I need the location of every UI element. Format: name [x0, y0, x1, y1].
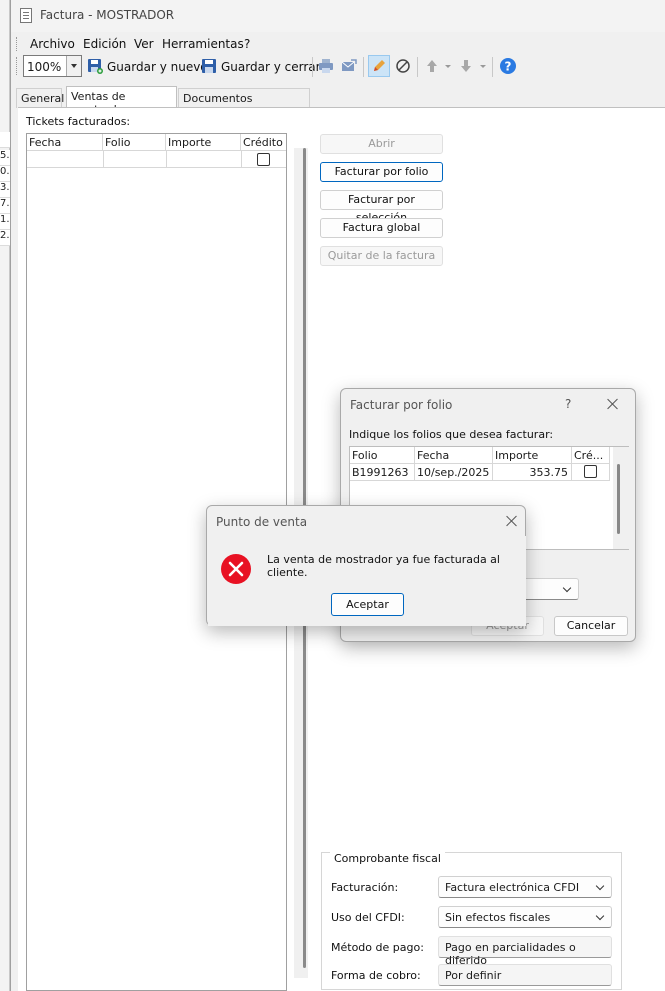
row-credito [572, 464, 610, 480]
tab-documentos-relacionados[interactable]: Documentos relacionados [178, 88, 310, 118]
svg-text:?: ? [505, 60, 512, 74]
toolbar-separator [363, 57, 364, 77]
background-cell: 1.9 [0, 214, 10, 230]
facturacion-label: Facturación: [331, 881, 399, 894]
facturar-folio-button[interactable]: Facturar por folio [320, 162, 443, 182]
chevron-down-icon[interactable] [66, 56, 81, 76]
menu-archivo[interactable]: Archivo [30, 37, 75, 51]
tab-ventas-mostrador[interactable]: Ventas de mostrador [66, 86, 177, 116]
forma-cobro-field[interactable]: Por definir [438, 964, 612, 986]
credito-checkbox[interactable] [257, 153, 270, 166]
row-importe: 353.75 [493, 464, 572, 480]
dialog-prompt: Indique los folios que desea facturar: [349, 428, 554, 441]
credito-checkbox[interactable] [584, 465, 597, 478]
metodo-pago-field[interactable]: Pago en parcialidades o diferido [438, 936, 612, 967]
scrollbar-thumb[interactable] [617, 464, 620, 534]
chevron-down-icon[interactable] [445, 65, 451, 68]
alert-title: Punto de venta [216, 515, 308, 529]
save-new-button[interactable]: Guardar y nuevo [107, 60, 208, 74]
metodo-pago-label: Método de pago: [331, 941, 424, 954]
close-icon[interactable] [506, 515, 518, 527]
close-icon[interactable] [607, 398, 619, 410]
quitar-factura-button[interactable]: Quitar de la factura [320, 246, 443, 266]
column-folio[interactable]: Folio [350, 447, 415, 463]
column-folio[interactable]: Folio [103, 134, 166, 150]
tab-general[interactable]: General [16, 88, 64, 108]
menu-ver[interactable]: Ver [134, 37, 154, 51]
forma-cobro-label: Forma de cobro: [331, 969, 421, 982]
table-row[interactable]: B1991263 10/sep./2025 353.75 [350, 464, 610, 481]
column-importe[interactable]: Importe [493, 447, 572, 463]
facturacion-value: Factura electrónica CFDI [445, 881, 580, 894]
help-icon[interactable]: ? [499, 57, 517, 75]
row-folio: B1991263 [350, 464, 415, 480]
chevron-down-icon[interactable] [480, 65, 486, 68]
chevron-down-icon [562, 583, 572, 593]
chevron-down-icon [595, 881, 605, 891]
edit-icon [374, 60, 385, 71]
column-credito[interactable]: Cré... [572, 447, 610, 463]
fiscal-title: Comprobante fiscal [330, 852, 445, 865]
dialog-help-button[interactable]: ? [565, 397, 571, 411]
background-cell: 5.0 [0, 150, 10, 166]
menu-grip [16, 37, 18, 51]
uso-cfdi-label: Uso del CFDI: [331, 911, 405, 924]
alert-message: La venta de mostrador ya fue facturada a… [267, 553, 500, 579]
arrow-up-icon[interactable] [424, 58, 440, 74]
document-icon [20, 8, 32, 23]
window-title: Factura - MOSTRADOR [40, 8, 175, 22]
dialog-cancel-button[interactable]: Cancelar [554, 616, 628, 636]
edit-toggle[interactable] [368, 55, 390, 77]
toolbar-separator [492, 57, 493, 77]
grid-header: Fecha Folio Importe Crédito [27, 134, 286, 151]
menu-herramientas[interactable]: Herramientas [162, 37, 244, 51]
menu-bar: Archivo Edición Ver Herramientas ? [11, 34, 665, 54]
chevron-down-icon [595, 911, 605, 921]
column-fecha[interactable]: Fecha [27, 134, 103, 150]
alert-dialog: Punto de venta La venta de mostrador ya … [206, 505, 526, 626]
tickets-label: Tickets facturados: [26, 115, 131, 128]
save-icon[interactable] [201, 58, 217, 74]
dialog-title: Facturar por folio [350, 398, 453, 412]
column-credito[interactable]: Crédito [241, 134, 286, 150]
cancel-icon[interactable] [395, 58, 411, 74]
facturacion-select[interactable]: Factura electrónica CFDI [438, 876, 612, 898]
background-cell: 2.1 [0, 230, 10, 246]
save-close-button[interactable]: Guardar y cerrar [221, 60, 321, 74]
grid-header: Folio Fecha Importe Cré... [350, 447, 610, 464]
menu-edicion[interactable]: Edición [83, 37, 126, 51]
email-icon[interactable] [341, 58, 357, 74]
title-bar[interactable]: Factura - MOSTRADOR [11, 0, 665, 32]
error-icon [221, 554, 251, 584]
print-icon[interactable] [318, 58, 334, 74]
background-window: 5.0 0.0 3.0 7.1 1.9 2.1 [0, 0, 10, 991]
arrow-down-icon[interactable] [458, 58, 474, 74]
abrir-button[interactable]: Abrir [320, 134, 443, 154]
uso-cfdi-value: Sin efectos fiscales [445, 911, 551, 924]
background-cell [0, 132, 10, 148]
toolbar: 100% Guardar y nuevo Guardar y cerrar ? [11, 55, 665, 81]
zoom-select[interactable]: 100% [23, 55, 82, 77]
facturar-seleccion-button[interactable]: Facturar por selección [320, 190, 443, 224]
row-fecha: 10/sep./2025 [415, 464, 493, 480]
grid-new-row[interactable] [27, 151, 286, 168]
toolbar-separator [312, 57, 313, 77]
column-importe[interactable]: Importe [166, 134, 241, 150]
background-cell: 7.1 [0, 198, 10, 214]
background-cell: 3.0 [0, 182, 10, 198]
column-fecha[interactable]: Fecha [415, 447, 493, 463]
menu-help[interactable]: ? [244, 37, 250, 51]
uso-cfdi-select[interactable]: Sin efectos fiscales [438, 906, 612, 928]
fiscal-groupbox: Comprobante fiscal Facturación: Factura … [321, 852, 622, 990]
save-new-icon[interactable] [87, 58, 103, 74]
toolbar-grip [16, 57, 18, 75]
zoom-value: 100% [27, 60, 62, 74]
toolbar-separator [417, 57, 418, 77]
vertical-scrollbar[interactable] [613, 447, 629, 549]
alert-ok-button[interactable]: Aceptar [331, 593, 404, 616]
factura-global-button[interactable]: Factura global [320, 218, 443, 238]
background-cell: 0.0 [0, 166, 10, 182]
